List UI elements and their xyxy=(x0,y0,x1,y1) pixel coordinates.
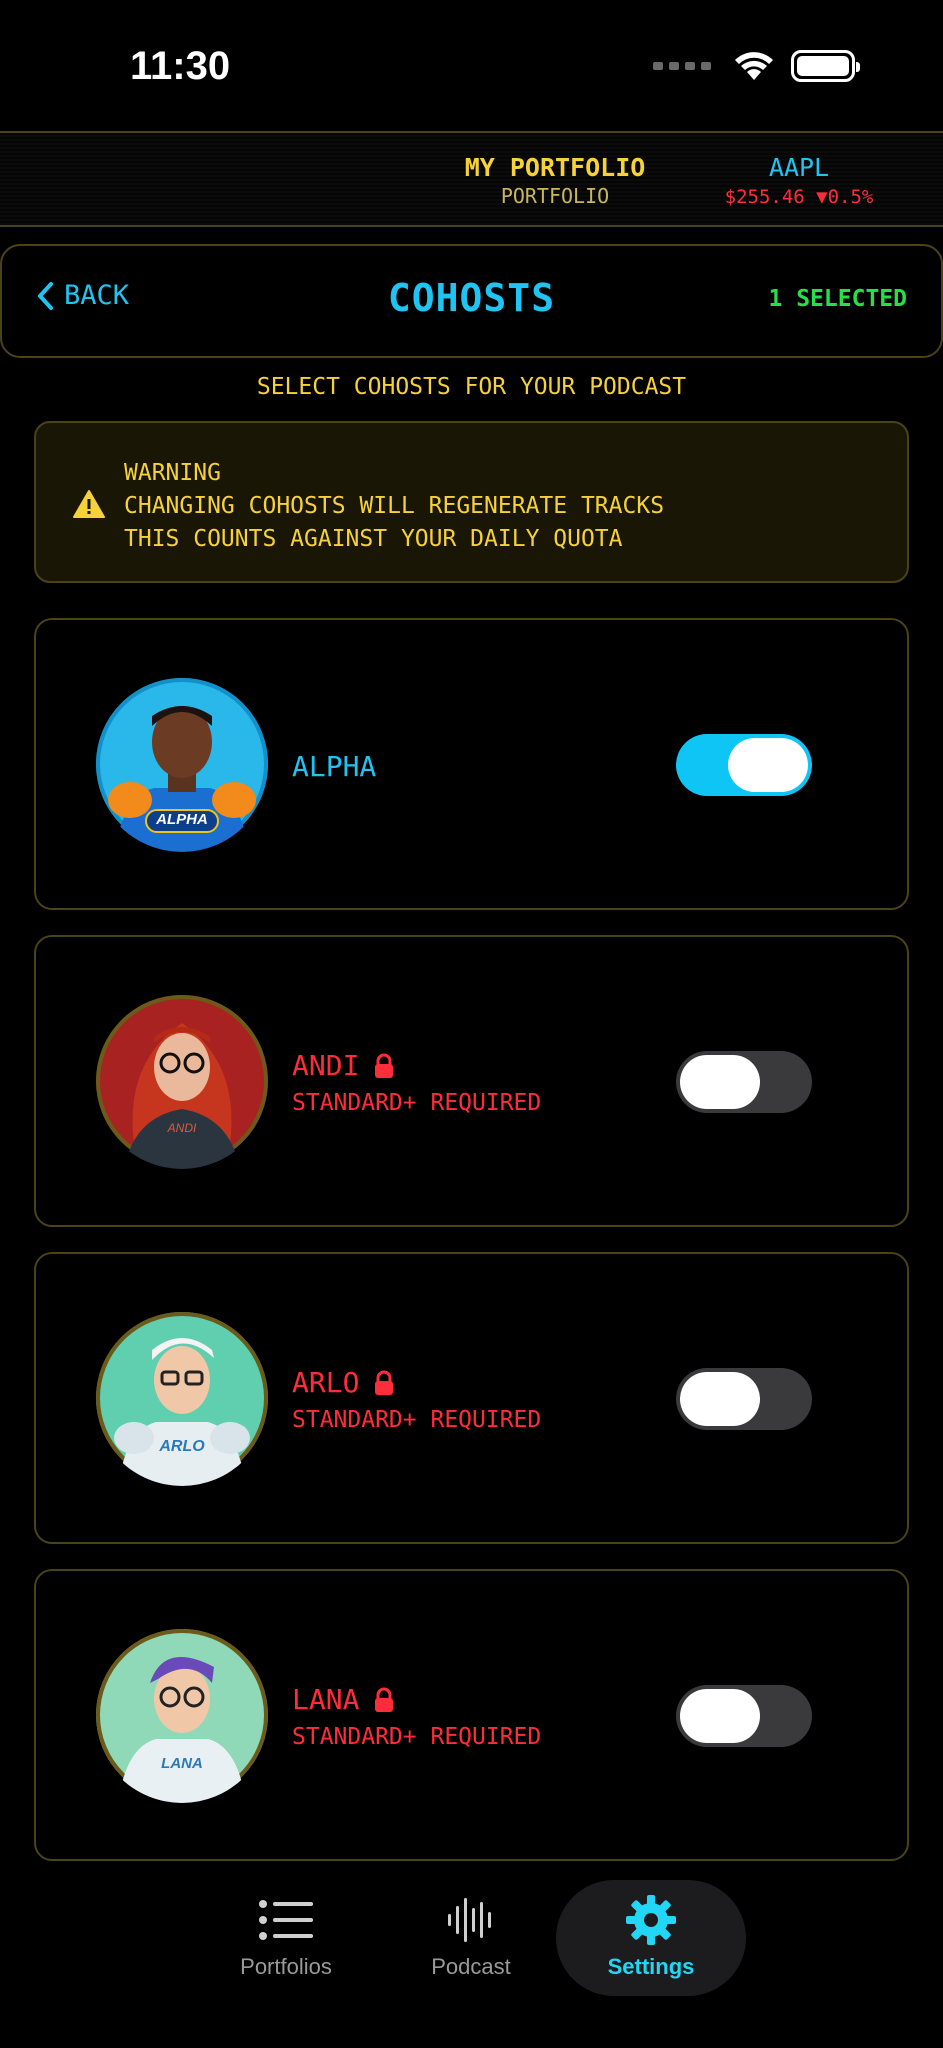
selected-count: 1 SELECTED xyxy=(768,286,907,312)
page-subtitle: SELECT COHOSTS FOR YOUR PODCAST xyxy=(256,374,687,400)
ticker-price: $255.46 ▼0.5% xyxy=(724,186,874,208)
ticker-symbol: AAPL xyxy=(768,153,830,182)
cohost-card-andi: ANDI ANDI STANDARD+ REQUIRED xyxy=(34,935,909,1227)
tab-portfolios-label: Portfolios xyxy=(240,1954,332,1979)
ticker-bar: MY PORTFOLIO PORTFOLIO AAPL $255.46 ▼0.5… xyxy=(0,131,943,227)
cohost-toggle-alpha[interactable] xyxy=(676,734,812,796)
cellular-signal-icon xyxy=(653,62,711,70)
avatar-alpha: ALPHA xyxy=(94,676,270,852)
warning-line-1: CHANGING COHOSTS WILL REGENERATE TRACKS xyxy=(124,493,665,519)
status-time: 11:30 xyxy=(130,44,231,88)
tab-bar: Portfolios Podcast Settings xyxy=(0,1860,943,2048)
tab-portfolios[interactable]: Portfolios xyxy=(191,1880,381,1996)
ticker-stock[interactable]: AAPL $255.46 ▼0.5% xyxy=(706,153,892,208)
ticker-portfolio-title: MY PORTFOLIO xyxy=(464,153,646,182)
lock-icon xyxy=(375,1053,394,1078)
avatar-arlo-badge: ARLO xyxy=(159,1438,205,1455)
avatar-arlo: ARLO xyxy=(94,1310,270,1486)
avatar-lana-badge: LANA xyxy=(161,1755,203,1772)
cohost-info-lana: LANA STANDARD+ REQUIRED xyxy=(292,1683,541,1750)
warning-line-2: THIS COUNTS AGAINST YOUR DAILY QUOTA xyxy=(124,526,623,552)
warning-title: WARNING xyxy=(124,460,221,486)
cohost-card-arlo: ARLO ARLO STANDARD+ REQUIRED xyxy=(34,1252,909,1544)
tab-settings-label: Settings xyxy=(607,1954,695,1979)
warning-banner: WARNING CHANGING COHOSTS WILL REGENERATE… xyxy=(34,421,909,583)
cohost-info-andi: ANDI STANDARD+ REQUIRED xyxy=(292,1049,541,1116)
avatar-lana: LANA xyxy=(94,1627,270,1803)
cohost-card-lana: LANA LANA STANDARD+ REQUIRED xyxy=(34,1569,909,1861)
battery-icon xyxy=(791,50,860,82)
cohost-toggle-andi[interactable] xyxy=(676,1051,812,1113)
lock-icon xyxy=(375,1370,394,1395)
cohost-toggle-lana[interactable] xyxy=(676,1685,812,1747)
lock-icon xyxy=(375,1687,394,1712)
cohost-name-arlo: ARLO xyxy=(292,1366,360,1399)
gear-icon xyxy=(626,1895,676,1945)
warning-text: WARNING CHANGING COHOSTS WILL REGENERATE… xyxy=(124,457,664,556)
avatar-andi: ANDI xyxy=(94,993,270,1169)
ticker-portfolio-sub: PORTFOLIO xyxy=(500,184,610,208)
warning-icon xyxy=(73,490,105,518)
cohost-requirement-andi: STANDARD+ REQUIRED xyxy=(292,1090,542,1116)
cohost-card-alpha: ALPHA ALPHA xyxy=(34,618,909,910)
tab-podcast[interactable]: Podcast xyxy=(376,1880,566,1996)
ticker-portfolio[interactable]: MY PORTFOLIO PORTFOLIO xyxy=(440,153,670,208)
cohost-name-lana: LANA xyxy=(292,1683,360,1716)
cohost-requirement-lana: STANDARD+ REQUIRED xyxy=(292,1724,542,1750)
chevron-left-icon xyxy=(38,281,53,310)
cohost-name-andi: ANDI xyxy=(292,1049,360,1082)
back-button[interactable]: BACK xyxy=(36,280,129,311)
avatar-andi-badge: ANDI xyxy=(167,1121,197,1135)
cohost-info-arlo: ARLO STANDARD+ REQUIRED xyxy=(292,1366,541,1433)
waveform-icon xyxy=(448,1898,491,1942)
status-icons xyxy=(653,50,860,82)
list-icon xyxy=(259,1900,313,1940)
tab-podcast-label: Podcast xyxy=(431,1954,511,1979)
page-header: BACK COHOSTS 1 SELECTED xyxy=(0,244,943,358)
cohost-toggle-arlo[interactable] xyxy=(676,1368,812,1430)
cohost-requirement-arlo: STANDARD+ REQUIRED xyxy=(292,1407,542,1433)
status-bar: 11:30 xyxy=(0,0,943,130)
back-label: BACK xyxy=(64,280,130,311)
tab-settings[interactable]: Settings xyxy=(556,1880,746,1996)
cohost-name-alpha: ALPHA xyxy=(292,750,377,783)
wifi-icon xyxy=(735,52,773,80)
avatar-alpha-badge: ALPHA xyxy=(156,811,208,828)
